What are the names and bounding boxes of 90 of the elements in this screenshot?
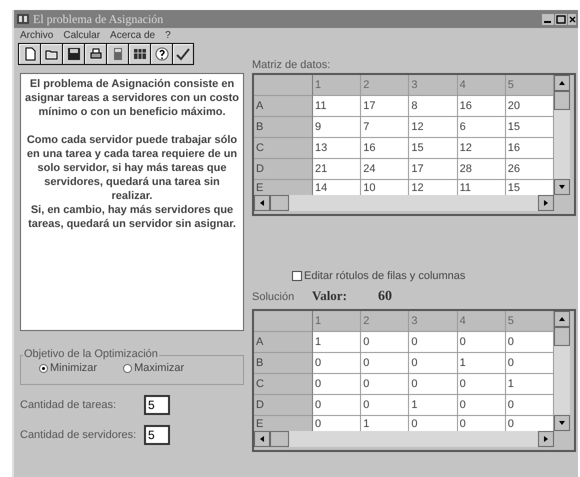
table-cell: 9 <box>313 117 362 138</box>
radio-option[interactable]: Minimizar <box>39 362 98 374</box>
table-cell: 0 <box>458 374 506 395</box>
table-cell: 20 <box>506 96 554 117</box>
table-cell: 8 <box>409 96 458 117</box>
column-header: 1 <box>313 75 362 96</box>
grid-label: Matriz de datos: <box>252 59 332 71</box>
description-text: El problema de Asignación consiste en asignar tareas a servidores con un costo mínimo o con un beneficio máximo. <box>25 77 239 119</box>
window-title: El problema de Asignación <box>33 12 164 26</box>
column-header: 1 <box>313 311 362 332</box>
table-cell: 0 <box>506 353 554 374</box>
table-cell: 0 <box>313 374 362 395</box>
value-label: Valor: <box>312 288 348 304</box>
row-header: E <box>254 416 314 431</box>
table-cell: 17 <box>409 159 458 180</box>
checkbox-option[interactable]: Editar rótulos de filas y columnas <box>292 270 578 282</box>
table-cell: 14 <box>313 180 362 195</box>
table-cell: 0 <box>409 353 458 374</box>
description-text: Si, en cambio, hay más servidores que tareas, quedará un servidor sin asignar. <box>27 203 237 231</box>
table-cell: 1 <box>361 416 410 431</box>
column-header: 2 <box>361 311 410 332</box>
table-cell: 15 <box>409 138 458 159</box>
column-header: 3 <box>409 311 458 332</box>
table-cell: 26 <box>506 159 554 180</box>
table-cell: 10 <box>361 180 410 195</box>
row-header: A <box>254 332 314 353</box>
menu-item[interactable]: Archivo <box>20 30 54 41</box>
grid-label: Solución <box>252 291 296 303</box>
row-header: C <box>254 138 314 159</box>
column-header: 5 <box>506 311 554 332</box>
row-header: A <box>254 96 314 117</box>
description-text: Como cada servidor puede trabajar sólo en una tarea y cada tarea requiere de un solo servidor, si hay más tareas que servidores, quedará una tarea sin realizar. <box>26 133 238 203</box>
table-cell: 1 <box>409 395 458 416</box>
table-cell: 0 <box>506 395 554 416</box>
table-cell: 0 <box>313 416 362 431</box>
table-cell: 0 <box>409 374 458 395</box>
table-cell: 0 <box>313 353 362 374</box>
input-field[interactable]: 5 <box>144 425 170 445</box>
table-cell: 0 <box>506 416 554 431</box>
row-header: D <box>254 159 314 180</box>
table-cell: 12 <box>409 117 458 138</box>
value-text: 60 <box>378 289 392 305</box>
table-cell: 13 <box>313 138 362 159</box>
table-cell: 0 <box>313 395 362 416</box>
table-cell: 0 <box>458 332 506 353</box>
row-header: B <box>254 353 314 374</box>
menu-item[interactable]: Calcular <box>63 30 100 41</box>
table-cell: 0 <box>506 332 554 353</box>
table-cell: 1 <box>313 332 362 353</box>
row-header: B <box>254 117 314 138</box>
table-cell: 21 <box>313 159 362 180</box>
table-cell: 1 <box>506 374 554 395</box>
table-cell: 1 <box>458 353 506 374</box>
column-header: 4 <box>458 311 506 332</box>
field-label: Cantidad de tareas: <box>20 399 118 411</box>
row-header: D <box>254 395 314 416</box>
table-cell: 24 <box>361 159 410 180</box>
table-cell: 28 <box>458 159 506 180</box>
table-cell: 0 <box>361 353 410 374</box>
table-cell: 15 <box>506 180 554 195</box>
table-cell: 16 <box>506 138 554 159</box>
row-header: E <box>254 180 314 195</box>
field-label: Cantidad de servidores: <box>20 429 138 441</box>
table-cell: 11 <box>313 96 362 117</box>
radio-option[interactable]: Maximizar <box>123 362 184 374</box>
input-field[interactable]: 5 <box>144 395 170 415</box>
table-cell: 0 <box>409 332 458 353</box>
group-legend: Objetivo de la Optimización <box>23 348 159 360</box>
table-cell: 0 <box>458 395 506 416</box>
table-cell: 6 <box>458 117 506 138</box>
column-header: 3 <box>409 75 458 96</box>
table-cell: 0 <box>361 374 410 395</box>
table-cell: 0 <box>361 332 410 353</box>
table-cell: 0 <box>458 416 506 431</box>
column-header: 5 <box>506 75 554 96</box>
menu-item[interactable]: ? <box>165 30 171 41</box>
table-cell: 0 <box>361 395 410 416</box>
table-cell: 7 <box>361 117 410 138</box>
table-cell: 16 <box>361 138 410 159</box>
table-cell: 16 <box>458 96 506 117</box>
column-header: 4 <box>458 75 506 96</box>
column-header: 2 <box>361 75 410 96</box>
menu-item[interactable]: Acerca de <box>110 30 156 41</box>
row-header: C <box>254 374 314 395</box>
table-cell: 0 <box>409 416 458 431</box>
table-cell: 15 <box>506 117 554 138</box>
table-cell: 17 <box>361 96 410 117</box>
table-cell: 11 <box>458 180 506 195</box>
table-cell: 12 <box>458 138 506 159</box>
table-cell: 12 <box>409 180 458 195</box>
